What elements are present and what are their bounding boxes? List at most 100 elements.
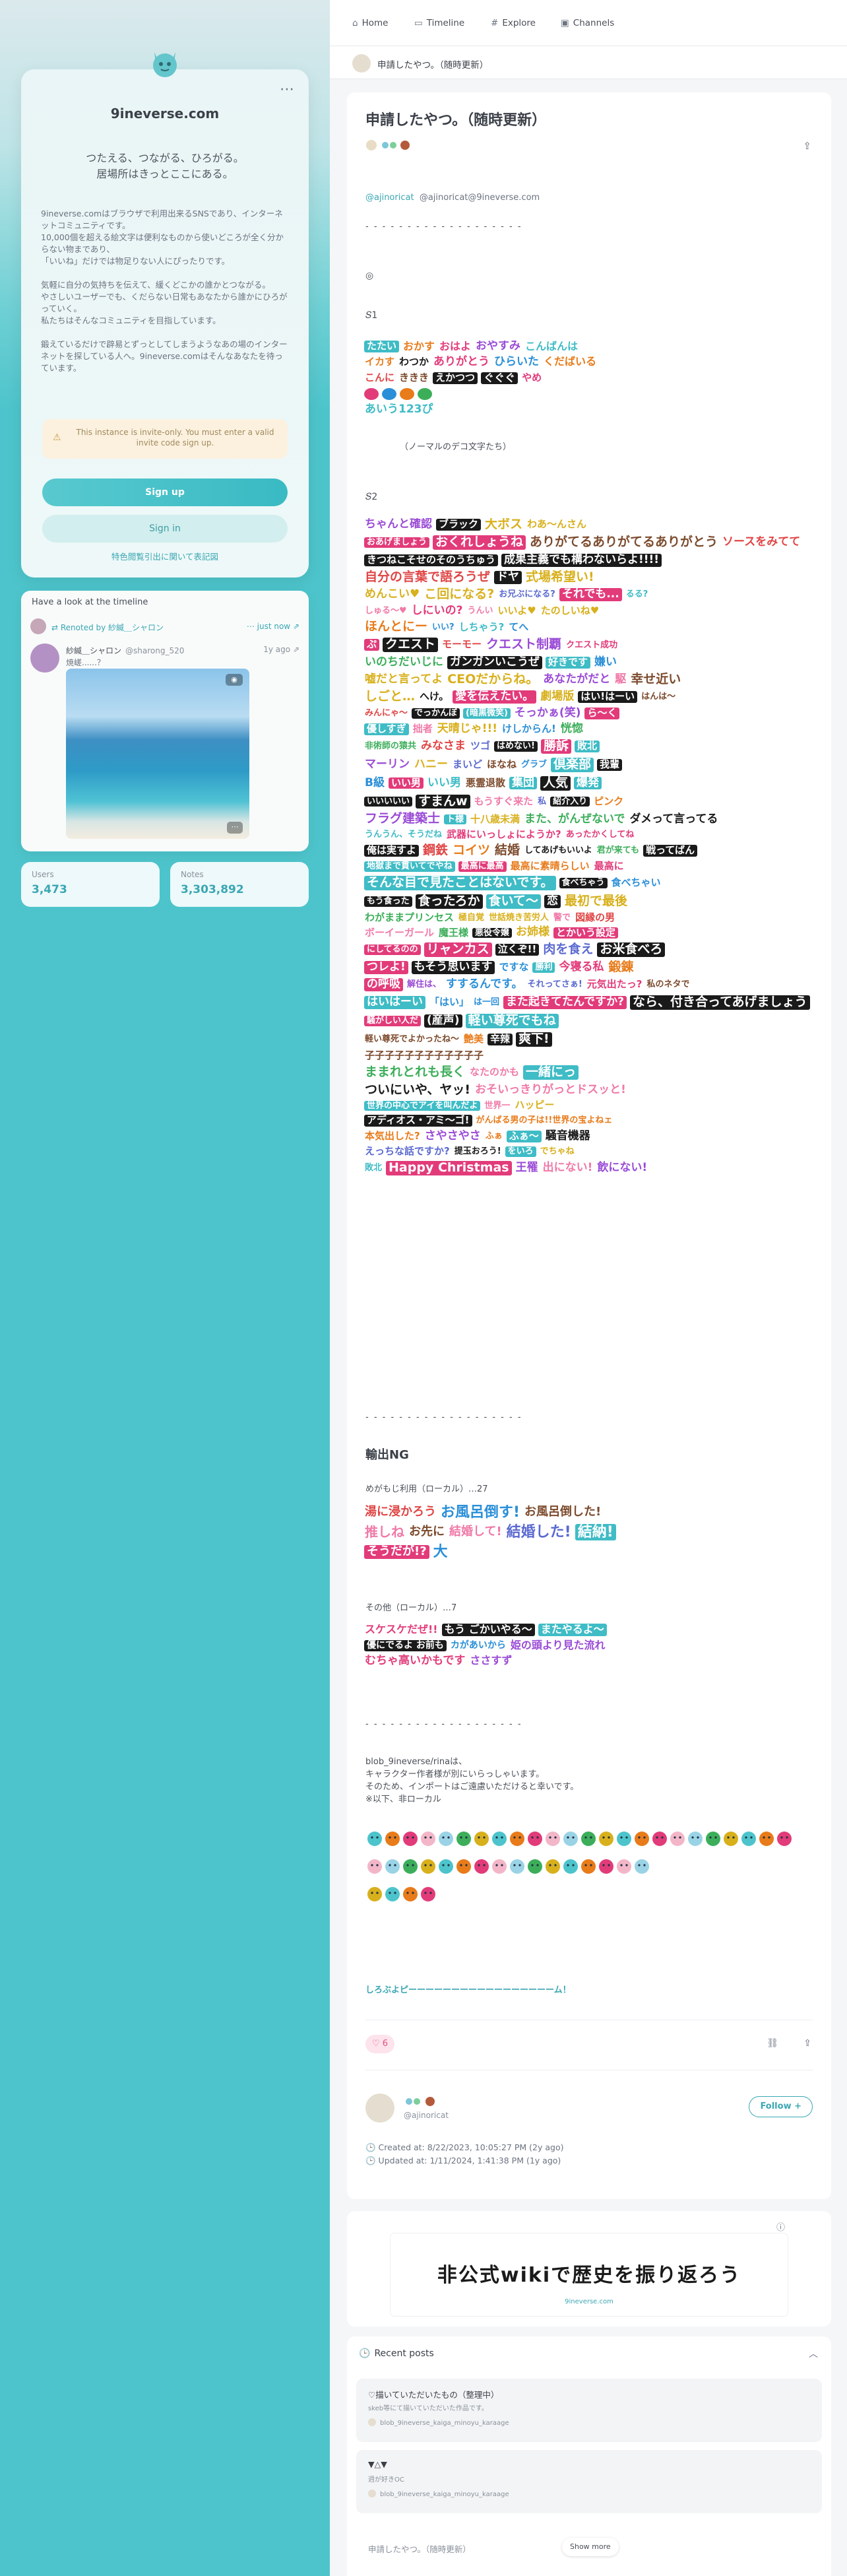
custom-emoji: それでも... xyxy=(559,587,622,601)
custom-emoji: おそいっきりがっとドスッと! xyxy=(475,1082,626,1096)
avatar[interactable] xyxy=(365,2094,394,2123)
sign-up-button[interactable]: Sign up xyxy=(42,479,288,506)
custom-emoji: ハニー xyxy=(414,757,448,771)
info-link[interactable]: 特色閲覧引出に関いて表記図 xyxy=(21,550,309,562)
custom-emoji: 自分の言葉で語ろうぜ xyxy=(365,569,491,584)
custom-emoji: マーリン xyxy=(365,757,410,771)
custom-emoji: とかいう設定 xyxy=(553,927,619,939)
hide-media-icon[interactable]: ◉ xyxy=(226,674,243,686)
post-title: ▼△▼ xyxy=(368,2459,387,2469)
custom-emoji: 今寝る私 xyxy=(559,960,604,974)
media-menu-icon[interactable]: ⋯ xyxy=(227,822,243,834)
custom-emoji: 爆発 xyxy=(574,776,602,790)
nav-explore[interactable]: # Explore xyxy=(491,18,536,28)
custom-emoji: もう ごかいやる〜 xyxy=(441,1624,535,1636)
more-options-icon[interactable]: ⋯ xyxy=(280,81,296,98)
custom-emoji: 戦ってばん xyxy=(643,845,698,857)
custom-emoji: ひらいた xyxy=(494,354,540,368)
blob-emoji-icon xyxy=(385,1887,400,1901)
nav-timeline-label: Timeline xyxy=(426,18,465,28)
blob-emoji-icon xyxy=(439,1832,453,1846)
wiki-banner-image[interactable]: 非公式wikiで歴史を振り返ろう 9ineverse.com xyxy=(391,2233,788,2316)
recent-post-card[interactable]: ♡描いていただいたもの（整理中） skeb等にて描いていただいた作品です。 bl… xyxy=(356,2379,822,2442)
custom-emoji: 爽下! xyxy=(516,1032,552,1047)
custom-emoji: いいよ♥ xyxy=(497,604,536,616)
custom-emoji: はい!はーい xyxy=(578,691,638,703)
emoji-row: 推しね お先に 結婚して! 結婚した! 結納! xyxy=(364,1524,819,1541)
follow-button[interactable]: Follow + xyxy=(749,2096,813,2117)
custom-emoji: 騒がしい人だ xyxy=(364,1016,422,1026)
blob-emoji-icon xyxy=(546,1832,560,1846)
like-button[interactable]: ♡ 6 xyxy=(365,2035,395,2053)
custom-emoji: 提玉おろう! xyxy=(454,1146,501,1156)
author-mention[interactable]: @ajinoricat xyxy=(365,193,414,203)
nav-channels[interactable]: ▣ Channels xyxy=(561,18,614,28)
custom-emoji: おはよ xyxy=(439,341,472,352)
nav-channels-label: Channels xyxy=(573,18,615,28)
avatar xyxy=(368,2490,376,2497)
custom-emoji: でちゃね xyxy=(540,1146,575,1156)
section-2-emoji-grid: ちゃんと確認 ブラック 大ボス わあ〜んさん おあげましょう おくれしょうね ありがてるあり… xyxy=(364,518,819,1422)
emoji-row: こんに ききき えかつつ ぐぐぐ やめ xyxy=(364,372,813,385)
custom-emoji: 艶美 xyxy=(464,1033,484,1045)
custom-emoji: 我輩 xyxy=(597,758,623,771)
custom-emoji: 人気 xyxy=(540,776,571,791)
custom-emoji: 図縁の男 xyxy=(575,911,615,923)
custom-emoji: 「はい」 xyxy=(429,996,470,1008)
share-icon[interactable]: ⇪ xyxy=(803,140,811,152)
custom-emoji: こ回になる? xyxy=(424,586,495,601)
chevron-up-icon[interactable]: ︿ xyxy=(809,2347,818,2360)
custom-emoji: 式場希望い! xyxy=(526,569,594,584)
custom-emoji: あったかくしてね xyxy=(565,830,635,840)
nav-home[interactable]: ⌂ Home xyxy=(352,18,388,28)
blob-emoji-icon xyxy=(439,1859,453,1874)
emoji-row: 世界の中心でアイを叫んだよ 世界一 ハッピー xyxy=(364,1100,819,1111)
custom-emoji: おかす xyxy=(403,341,435,352)
avatar[interactable] xyxy=(352,54,371,73)
emoji-row: 子子子子子子子子子子子子 xyxy=(364,1050,819,1061)
author-acct[interactable]: @ajinoricat xyxy=(404,2111,449,2120)
emoji-row: 湯に浸かろう お風呂倒す! お風呂倒した! xyxy=(364,1505,819,1520)
custom-emoji: きつねこそせのそのうちゅう xyxy=(364,554,499,566)
nav-timeline[interactable]: ▭ Timeline xyxy=(414,18,464,28)
ng-heading: 輸出NG xyxy=(365,1448,409,1462)
renote-time: ⋯ just now ⇗ xyxy=(246,622,299,631)
custom-emoji: 君が来ても xyxy=(596,845,640,856)
custom-emoji: てへ xyxy=(509,620,529,633)
recent-post-card[interactable]: ▼△▼ 週が好きOC blob_9ineverse_kaiga_minoyu_k… xyxy=(356,2450,822,2513)
emoji-row: マーリン ハニー まいど ほなね グラブ 倶楽部 我輩 xyxy=(364,757,819,772)
blob-emoji-icon xyxy=(403,1832,418,1846)
custom-emoji: 好きです xyxy=(546,657,591,669)
share-icon[interactable]: ⇪ xyxy=(803,2038,811,2049)
custom-emoji: スケスケだぜ!! xyxy=(365,1624,438,1635)
custom-emoji: 湯に浸かろう xyxy=(365,1505,436,1519)
custom-emoji: クエスト制覇 xyxy=(486,637,562,652)
custom-emoji: えっちな話ですか? xyxy=(365,1144,450,1157)
note-media-image[interactable]: ◉ ⋯ xyxy=(66,669,249,839)
avatar[interactable] xyxy=(30,644,59,673)
emoji-row: ついにいや、ヤッ! おそいっきりがっとドスッと! xyxy=(364,1082,819,1097)
blob-emoji-icon xyxy=(599,1859,613,1874)
custom-emoji: ト様 xyxy=(444,814,467,825)
custom-emoji: やめ xyxy=(522,372,542,384)
note-user[interactable]: 紗緘＿シャロン @sharong_520 xyxy=(66,645,184,656)
custom-emoji: 世界一 xyxy=(484,1100,511,1111)
custom-emoji: 世話焼き苦労人 xyxy=(489,912,549,923)
custom-emoji: 鍛錬 xyxy=(608,960,634,975)
custom-emoji: しにいの? xyxy=(411,603,463,617)
custom-emoji: へけ。 xyxy=(420,690,449,703)
custom-emoji: 世界の中心でアイを叫んだよ xyxy=(364,1100,481,1111)
avatar[interactable] xyxy=(30,618,46,634)
emoji-row: わがままプリンセス 極自覚 世話焼き苦労人 警で 図縁の男 xyxy=(364,911,819,923)
copy-link-icon[interactable]: ⛓ xyxy=(767,2038,778,2049)
custom-emoji: フラグ建築士 xyxy=(365,811,441,826)
custom-emoji: こんに xyxy=(365,372,395,384)
info-icon[interactable]: ⓘ xyxy=(776,2220,785,2233)
show-more-button[interactable]: Show more xyxy=(562,2538,619,2556)
blob-emoji-icon xyxy=(546,1859,560,1874)
blob-emoji-icon xyxy=(724,1832,738,1846)
emoji-row: 本気出した? さやさやさ ふぁ ふぁ〜 騒音機器 xyxy=(364,1130,819,1142)
sign-in-button[interactable]: Sign in xyxy=(42,515,288,543)
custom-emoji: ふぁ xyxy=(485,1131,503,1142)
custom-emoji: ピンク xyxy=(594,795,624,807)
